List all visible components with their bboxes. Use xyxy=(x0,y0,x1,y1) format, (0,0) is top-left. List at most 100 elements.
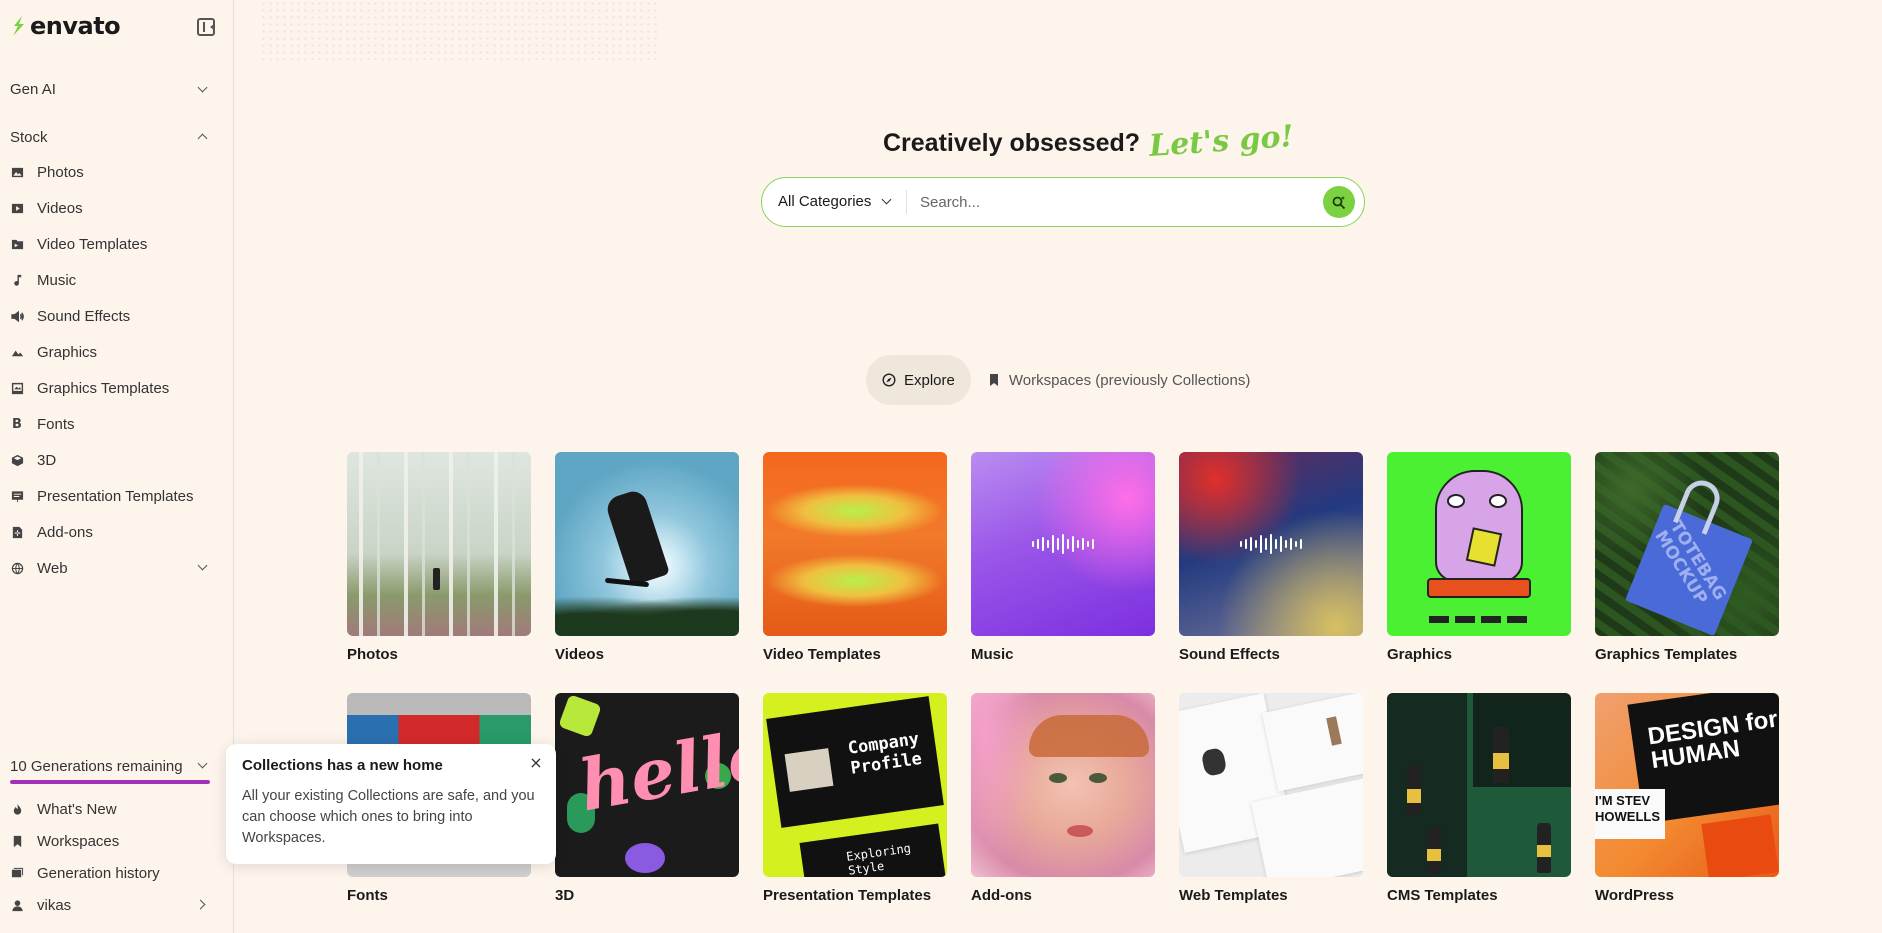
search-input[interactable] xyxy=(920,188,1320,216)
sidebar-item-video-templates[interactable]: Video Templates xyxy=(10,231,220,257)
hello-3d-text: hello xyxy=(573,711,739,828)
category-card-sound-effects[interactable]: Sound Effects xyxy=(1179,452,1363,663)
user-name: vikas xyxy=(37,896,72,914)
section-gen-ai[interactable]: Gen AI xyxy=(10,77,210,101)
collections-notice-popup: Collections has a new home × All your ex… xyxy=(226,744,556,864)
hero-headline: Creatively obsessed? Let's go! xyxy=(883,119,1295,164)
sidebar-item-fonts[interactable]: B Fonts xyxy=(10,411,220,437)
history-icon xyxy=(10,866,24,880)
presentation-templates-thumbnail: Company Profile Exploring Style xyxy=(763,693,947,877)
category-card-wordpress[interactable]: DESIGN for HUMAN I'M STEV HOWELLS WordPr… xyxy=(1595,693,1779,904)
category-card-graphics[interactable]: Graphics xyxy=(1387,452,1571,663)
wordpress-thumbnail: DESIGN for HUMAN I'M STEV HOWELLS xyxy=(1595,693,1779,877)
wave-bar xyxy=(1082,538,1084,550)
section-stock[interactable]: Stock xyxy=(10,125,210,149)
tab-explore[interactable]: Explore xyxy=(866,355,971,405)
sidebar-item-web[interactable]: Web xyxy=(10,555,220,581)
videos-thumbnail xyxy=(555,452,739,636)
tab-workspaces[interactable]: Workspaces (previously Collections) xyxy=(971,355,1266,405)
cms-templates-thumbnail xyxy=(1387,693,1571,877)
sidebar-item-workspaces[interactable]: Workspaces xyxy=(10,829,210,853)
compass-icon xyxy=(882,373,896,387)
graphics-template-icon xyxy=(10,381,24,395)
category-card-music[interactable]: Music xyxy=(971,452,1155,663)
category-label: Add-ons xyxy=(971,887,1032,904)
category-card-video-templates[interactable]: Video Templates xyxy=(763,452,947,663)
wave-bar xyxy=(1087,541,1089,547)
category-card-3d[interactable]: hello 3D xyxy=(555,693,739,904)
sidebar-item-label: Photos xyxy=(37,163,84,181)
logo-row: envato xyxy=(10,14,215,40)
wave-bar xyxy=(1032,541,1034,547)
flame-icon xyxy=(10,802,24,816)
video-template-icon xyxy=(10,237,24,251)
section-gen-ai-label: Gen AI xyxy=(10,80,56,98)
sidebar-item-label: Generation history xyxy=(37,864,160,882)
sidebar-item-whats-new[interactable]: What's New xyxy=(10,797,210,821)
sidebar-item-music[interactable]: Music xyxy=(10,267,220,293)
chevron-down-icon xyxy=(197,758,208,769)
category-label: Photos xyxy=(347,646,398,663)
popup-body: All your existing Collections are safe, … xyxy=(242,788,535,846)
category-label: Sound Effects xyxy=(1179,646,1280,663)
web-templates-thumbnail xyxy=(1179,693,1363,877)
ai-search-icon xyxy=(1332,196,1346,210)
category-select[interactable]: All Categories xyxy=(778,193,892,210)
category-label: Video Templates xyxy=(763,646,881,663)
category-card-videos[interactable]: Videos xyxy=(555,452,739,663)
search-button[interactable] xyxy=(1323,186,1355,218)
category-card-web-templates[interactable]: Web Templates xyxy=(1179,693,1363,904)
headline-text: Creatively obsessed? xyxy=(883,129,1141,157)
logo-text: envato xyxy=(30,12,121,40)
cube-icon xyxy=(10,453,24,467)
3d-thumbnail: hello xyxy=(555,693,739,877)
wave-bar xyxy=(1280,536,1282,552)
sidebar-item-graphics-templates[interactable]: Graphics Templates xyxy=(10,375,220,401)
sidebar: envato Gen AI Stock Photos Videos Video … xyxy=(0,0,234,933)
wave-bar xyxy=(1072,536,1074,552)
category-label: Videos xyxy=(555,646,604,663)
sidebar-item-add-ons[interactable]: Add-ons xyxy=(10,519,220,545)
envato-logo[interactable]: envato xyxy=(10,12,121,40)
category-card-photos[interactable]: Photos xyxy=(347,452,531,663)
sidebar-item-label: Fonts xyxy=(37,415,75,433)
category-card-presentation-templates[interactable]: Company Profile Exploring Style Presenta… xyxy=(763,693,947,904)
close-icon[interactable]: × xyxy=(528,753,544,772)
wave-bar xyxy=(1260,535,1262,553)
sound-wave-icon xyxy=(1032,534,1094,554)
sidebar-collapse-icon[interactable] xyxy=(197,18,215,36)
category-label: CMS Templates xyxy=(1387,887,1498,904)
category-card-add-ons[interactable]: Add-ons xyxy=(971,693,1155,904)
sidebar-item-generation-history[interactable]: Generation history xyxy=(10,861,210,885)
sidebar-item-3d[interactable]: 3D xyxy=(10,447,220,473)
wave-bar xyxy=(1052,535,1054,553)
category-card-graphics-templates[interactable]: TOTEBAG MOCKUP Graphics Templates xyxy=(1595,452,1779,663)
sidebar-item-photos[interactable]: Photos xyxy=(10,159,220,185)
wave-bar xyxy=(1047,540,1049,548)
wave-bar xyxy=(1250,537,1252,551)
sidebar-item-graphics[interactable]: Graphics xyxy=(10,339,220,365)
add-ons-thumbnail xyxy=(971,693,1155,877)
category-label: Fonts xyxy=(347,887,388,904)
user-icon xyxy=(10,898,24,912)
view-tabs: Explore Workspaces (previously Collectio… xyxy=(866,355,1266,405)
category-card-cms-templates[interactable]: CMS Templates xyxy=(1387,693,1571,904)
video-icon xyxy=(10,201,24,215)
photos-thumbnail xyxy=(347,452,531,636)
section-stock-label: Stock xyxy=(10,128,48,146)
sidebar-item-user[interactable]: vikas xyxy=(10,893,210,917)
music-note-icon xyxy=(10,273,24,287)
graphics-thumbnail xyxy=(1387,452,1571,636)
graphics-templates-thumbnail: TOTEBAG MOCKUP xyxy=(1595,452,1779,636)
sidebar-item-presentation-templates[interactable]: Presentation Templates xyxy=(10,483,220,509)
chevron-up-icon xyxy=(197,133,208,144)
sidebar-item-videos[interactable]: Videos xyxy=(10,195,220,221)
wave-bar xyxy=(1062,534,1064,554)
wave-bar xyxy=(1275,539,1277,549)
wave-bar xyxy=(1042,537,1044,551)
bookmark-icon xyxy=(987,373,1001,387)
category-label: Web Templates xyxy=(1179,887,1288,904)
sidebar-item-sound-effects[interactable]: Sound Effects xyxy=(10,303,220,329)
tab-workspaces-label: Workspaces (previously Collections) xyxy=(1008,371,1251,389)
generations-remaining[interactable]: 10 Generations remaining xyxy=(10,755,210,777)
